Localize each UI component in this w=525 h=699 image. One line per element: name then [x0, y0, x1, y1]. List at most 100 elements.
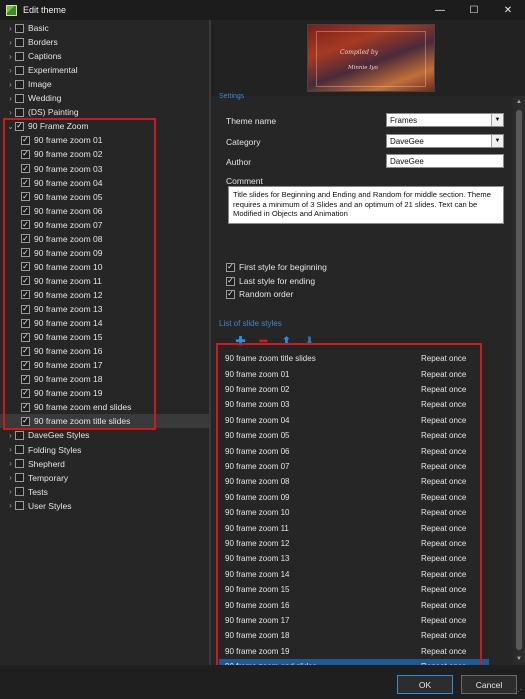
tree-checkbox[interactable]: [15, 37, 24, 47]
tree-checkbox[interactable]: ✓: [21, 402, 30, 412]
option-checkbox[interactable]: ✓: [226, 276, 235, 286]
tree-item[interactable]: ✓ 90 frame zoom 15: [0, 330, 103, 344]
tree-item[interactable]: ✓ 90 frame zoom 01: [0, 133, 103, 147]
list-item[interactable]: 90 frame zoom 11 Repeat once: [219, 520, 489, 535]
tree-item[interactable]: › (DS) Painting: [0, 105, 78, 119]
tree-checkbox[interactable]: ✓: [21, 234, 30, 244]
tree-item[interactable]: ✓ 90 frame zoom 08: [0, 232, 103, 246]
tree-checkbox[interactable]: ✓: [21, 318, 30, 328]
chevron-right-icon[interactable]: ›: [6, 485, 15, 499]
list-item[interactable]: 90 frame zoom 05 Repeat once: [219, 428, 489, 443]
tree-item[interactable]: ✓ 90 frame zoom 03: [0, 162, 103, 176]
tree-item[interactable]: › DaveGee Styles: [0, 428, 89, 442]
tree-item[interactable]: ✓ 90 frame zoom 04: [0, 176, 103, 190]
tree-item[interactable]: ✓ 90 frame zoom 11: [0, 274, 102, 288]
list-item[interactable]: 90 frame zoom 06 Repeat once: [219, 443, 489, 458]
tree-item[interactable]: › Image: [0, 77, 51, 91]
tree-checkbox[interactable]: ✓: [21, 416, 30, 426]
tree-item[interactable]: › Folding Styles: [0, 443, 81, 457]
chevron-down-icon[interactable]: ⌄: [6, 119, 15, 133]
list-item[interactable]: 90 frame zoom 04 Repeat once: [219, 413, 489, 428]
chevron-right-icon[interactable]: ›: [6, 35, 15, 49]
tree-checkbox[interactable]: [15, 501, 24, 511]
tree-item[interactable]: ✓ 90 frame zoom 14: [0, 316, 103, 330]
tree-checkbox[interactable]: ✓: [21, 192, 30, 202]
tree-checkbox[interactable]: ✓: [21, 135, 30, 145]
tree-checkbox[interactable]: [15, 79, 24, 89]
option-checkbox[interactable]: ✓: [226, 262, 235, 272]
tree-checkbox[interactable]: ✓: [21, 164, 30, 173]
move-down-icon[interactable]: ⬇: [298, 334, 321, 348]
minimize-button[interactable]: —: [423, 0, 457, 20]
scroll-thumb[interactable]: [516, 110, 522, 650]
scroll-down-icon[interactable]: ▼: [513, 653, 525, 665]
option-checkbox-row[interactable]: ✓ Random order: [226, 288, 293, 300]
list-item[interactable]: 90 frame zoom 12 Repeat once: [219, 536, 489, 551]
tree-item[interactable]: › Captions: [0, 49, 61, 63]
close-button[interactable]: ✕: [491, 0, 525, 20]
chevron-right-icon[interactable]: ›: [6, 499, 15, 513]
maximize-button[interactable]: ☐: [457, 0, 491, 20]
list-item[interactable]: 90 frame zoom 07 Repeat once: [219, 459, 489, 474]
category-combo[interactable]: DaveGee ▼: [386, 134, 504, 148]
tree-item[interactable]: ✓ 90 frame zoom 17: [0, 358, 103, 372]
tree-checkbox[interactable]: ✓: [21, 304, 30, 314]
tree-checkbox[interactable]: ✓: [21, 149, 30, 159]
tree-checkbox[interactable]: ✓: [21, 262, 30, 272]
theme-name-combo[interactable]: Frames ▼: [386, 113, 504, 127]
tree-checkbox[interactable]: [15, 430, 24, 440]
tree-checkbox[interactable]: ✓: [15, 121, 24, 131]
option-checkbox-row[interactable]: ✓ Last style for ending: [226, 275, 315, 287]
chevron-right-icon[interactable]: ›: [6, 428, 15, 442]
tree-checkbox[interactable]: [15, 459, 24, 469]
chevron-right-icon[interactable]: ›: [6, 77, 15, 91]
chevron-down-icon[interactable]: ▼: [491, 114, 503, 126]
tree-item[interactable]: ✓ 90 frame zoom 18: [0, 372, 103, 386]
tree-checkbox[interactable]: [15, 487, 24, 497]
tree-checkbox[interactable]: ✓: [21, 276, 30, 286]
list-item[interactable]: 90 frame zoom 02 Repeat once: [219, 382, 489, 397]
tree-checkbox[interactable]: [15, 445, 24, 454]
tree-item[interactable]: ✓ 90 frame zoom 13: [0, 302, 103, 316]
tree-item[interactable]: › User Styles: [0, 499, 71, 513]
list-item[interactable]: 90 frame zoom 17 Repeat once: [219, 613, 489, 628]
scroll-up-icon[interactable]: ▲: [513, 96, 525, 108]
list-item[interactable]: 90 frame zoom 15 Repeat once: [219, 582, 489, 597]
tree-checkbox[interactable]: ✓: [21, 332, 30, 342]
tree-item[interactable]: ✓ 90 frame zoom end slides: [0, 400, 131, 414]
tree-checkbox[interactable]: ✓: [21, 360, 30, 370]
list-item[interactable]: 90 frame zoom 16 Repeat once: [219, 597, 489, 612]
tree-checkbox[interactable]: ✓: [21, 206, 30, 216]
tree-item[interactable]: › Borders: [0, 35, 58, 49]
tree-item[interactable]: › Experimental: [0, 63, 77, 77]
tree-item[interactable]: ✓ 90 frame zoom 10: [0, 260, 103, 274]
chevron-right-icon[interactable]: ›: [6, 457, 15, 471]
tree-checkbox[interactable]: [15, 23, 24, 33]
option-checkbox[interactable]: ✓: [226, 289, 235, 299]
tree-item[interactable]: ✓ 90 frame zoom 05: [0, 190, 103, 204]
tree-checkbox[interactable]: [15, 65, 24, 75]
tree-item[interactable]: ✓ 90 frame zoom 02: [0, 147, 103, 161]
list-item[interactable]: 90 frame zoom 09 Repeat once: [219, 490, 489, 505]
list-item[interactable]: 90 frame zoom 18 Repeat once: [219, 628, 489, 643]
vertical-scrollbar[interactable]: ▲ ▼: [513, 96, 525, 665]
chevron-right-icon[interactable]: ›: [6, 21, 15, 35]
option-checkbox-row[interactable]: ✓ First style for beginning: [226, 261, 327, 273]
tree-checkbox[interactable]: [15, 107, 24, 117]
tree-item[interactable]: ✓ 90 frame zoom 12: [0, 288, 103, 302]
tree-checkbox[interactable]: ✓: [21, 220, 30, 230]
add-icon[interactable]: ✚: [229, 334, 252, 348]
tree-item[interactable]: › Shepherd: [0, 457, 65, 471]
remove-icon[interactable]: ━: [252, 334, 275, 348]
tree-checkbox[interactable]: [15, 51, 24, 61]
list-item[interactable]: 90 frame zoom title slides Repeat once: [219, 351, 489, 366]
tree-item[interactable]: › Temporary: [0, 471, 68, 485]
chevron-right-icon[interactable]: ›: [6, 471, 15, 485]
chevron-right-icon[interactable]: ›: [6, 105, 15, 119]
tree-item[interactable]: ✓ 90 frame zoom 06: [0, 204, 103, 218]
tree-checkbox[interactable]: [15, 93, 24, 103]
list-item[interactable]: 90 frame zoom 03 Repeat once: [219, 397, 489, 412]
ok-button[interactable]: OK: [397, 675, 453, 694]
tree-item[interactable]: ✓ 90 frame zoom 16: [0, 344, 103, 358]
move-up-icon[interactable]: ⬆: [275, 334, 298, 348]
